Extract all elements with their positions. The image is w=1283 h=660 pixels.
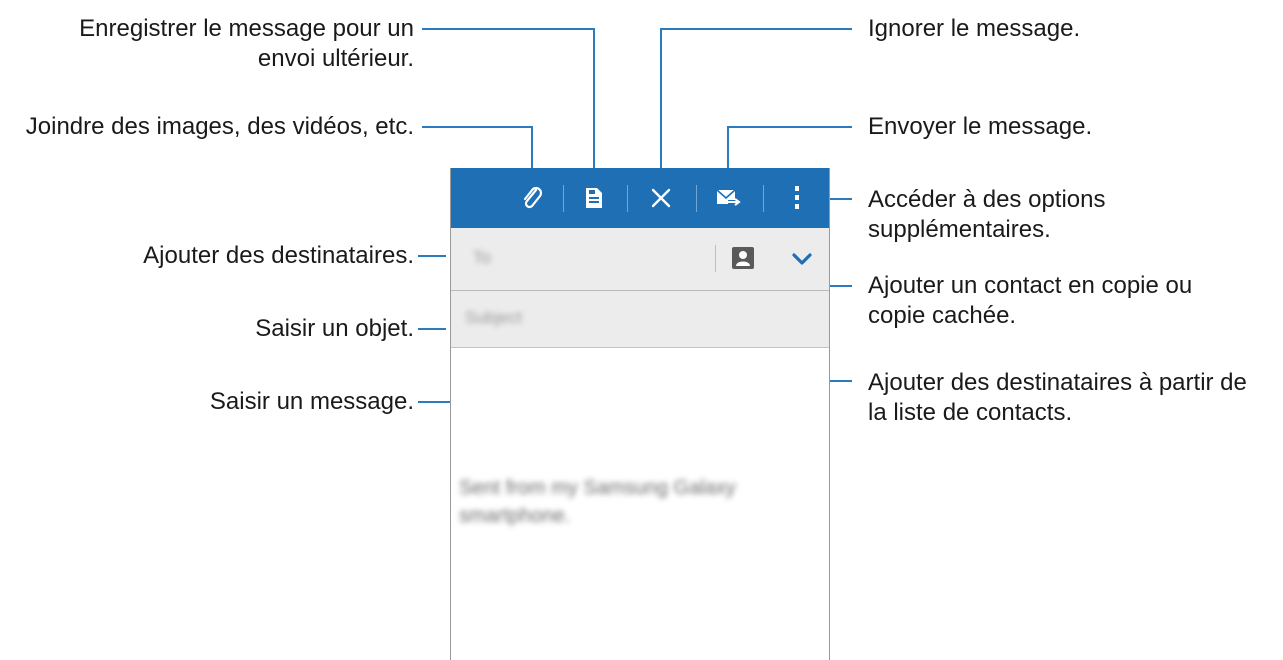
to-placeholder: To: [473, 248, 491, 267]
leader-line: [660, 28, 852, 30]
save-draft-button[interactable]: [577, 168, 611, 228]
save-icon: [586, 188, 602, 208]
callout-cc-bcc: Ajouter un contact en copie ou copie cac…: [868, 272, 1193, 329]
callout-discard: Ignorer le message.: [868, 15, 1081, 42]
toolbar-separator: [763, 185, 764, 212]
send-email-icon: [716, 189, 741, 206]
callout-message: Saisir un message.: [209, 388, 414, 415]
discard-button[interactable]: [643, 168, 679, 228]
toolbar-separator: [563, 185, 564, 212]
callout-subject: Saisir un objet.: [255, 315, 414, 342]
toolbar-separator: [627, 185, 628, 212]
callout-attach: Joindre des images, des vidéos, etc.: [25, 113, 414, 140]
callout-save-draft: Enregistrer le message pour un envoi ult…: [79, 15, 414, 72]
close-icon: [651, 188, 671, 208]
email-compose-screen: To Subject Sent from my Samsung Galaxy s…: [450, 168, 830, 660]
contact-icon: [736, 251, 750, 266]
chevron-down-icon: [792, 253, 812, 265]
to-field[interactable]: To: [451, 228, 829, 291]
send-button[interactable]: [711, 168, 747, 228]
more-options-button[interactable]: [785, 168, 809, 228]
leader-line: [593, 28, 595, 180]
contacts-button[interactable]: [732, 247, 754, 269]
callout-contacts-list: Ajouter des destinataires à partir de la…: [868, 369, 1247, 426]
leader-line: [727, 126, 852, 128]
subject-placeholder: Subject: [465, 308, 522, 327]
toolbar-separator: [696, 185, 697, 212]
leader-line: [422, 126, 533, 128]
callout-send: Envoyer le message.: [868, 113, 1093, 140]
cc-bcc-expand-button[interactable]: [792, 252, 812, 266]
signature-text: Sent from my Samsung Galaxy smartphone.: [459, 477, 736, 527]
callout-more-options: Accéder à des options supplémentaires.: [868, 186, 1106, 243]
leader-line: [422, 28, 595, 30]
subject-field[interactable]: Subject: [451, 291, 829, 348]
more-vert-icon: [795, 186, 799, 209]
compose-toolbar: [451, 168, 829, 228]
paperclip-icon: [523, 186, 543, 209]
callout-add-recipients: Ajouter des destinataires.: [143, 242, 414, 269]
attach-button[interactable]: [515, 168, 551, 228]
field-separator: [715, 245, 716, 272]
leader-line: [418, 328, 446, 330]
leader-line: [660, 28, 662, 180]
leader-line: [418, 255, 446, 257]
